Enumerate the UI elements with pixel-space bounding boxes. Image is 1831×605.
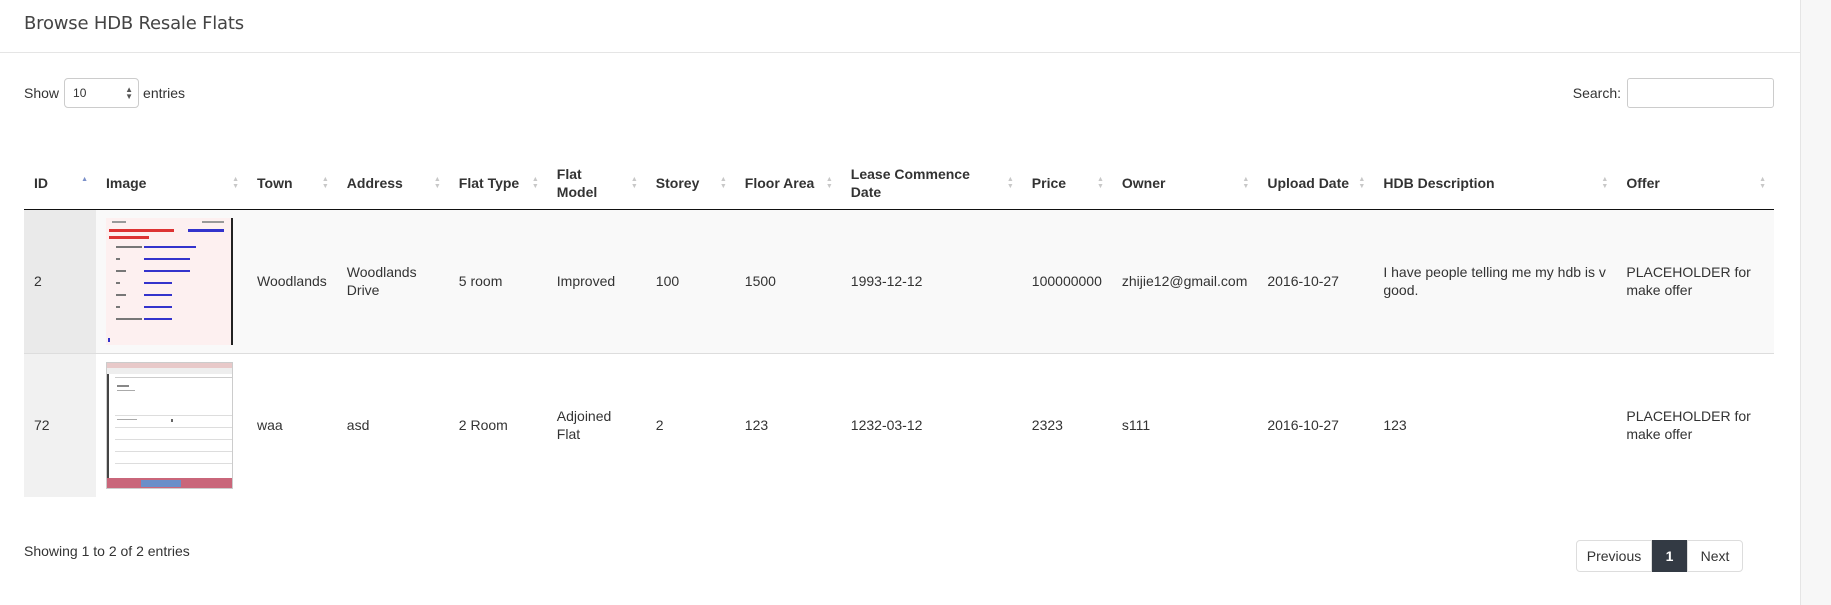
cell-flat-type: 2 Room	[458, 417, 508, 434]
sort-icon: ▲ ▼	[825, 176, 833, 191]
show-label: Show	[24, 85, 60, 101]
table-controls: Show 10 ▲ ▼ entries Search:	[24, 78, 1774, 110]
cell-offer: PLACEHOLDER for make offer	[1626, 264, 1751, 298]
cell-storey: 100	[655, 273, 680, 289]
sort-icon: ▲ ▼	[1096, 176, 1104, 191]
thumbnail-screenshot-graphic	[106, 217, 231, 345]
page-header: Browse HDB Resale Flats	[0, 0, 1800, 53]
cell-price: 100000000	[1031, 273, 1102, 289]
cell-town: waa	[257, 417, 283, 434]
column-header-lease-date[interactable]: Lease Commence Date ▲ ▼	[840, 158, 1022, 210]
cell-floor-area: 123	[744, 417, 769, 434]
cell-owner: zhijie12@gmail.com	[1121, 273, 1248, 289]
column-header-offer[interactable]: Offer ▲ ▼	[1616, 158, 1774, 210]
cell-offer: PLACEHOLDER for make offer	[1626, 408, 1751, 443]
column-header-image[interactable]: Image ▲ ▼	[96, 158, 247, 210]
previous-page-button[interactable]: Previous	[1576, 540, 1652, 572]
sort-icon: ▲ ▼	[1358, 176, 1366, 191]
flat-image-thumbnail[interactable]	[106, 217, 233, 345]
cell-town: Woodlands	[257, 273, 327, 289]
scrollbar-gutter	[1800, 0, 1831, 605]
column-header-flat-model[interactable]: Flat Model ▲ ▼	[546, 158, 646, 210]
cell-description: 123	[1383, 417, 1407, 434]
table-row: 2 Woodlands Woodlands Drive 5 room Impro…	[24, 209, 1774, 353]
flat-image-thumbnail[interactable]	[106, 361, 233, 489]
sort-asc-icon: ▲▼	[81, 176, 88, 184]
column-header-flat-type[interactable]: Flat Type ▲ ▼	[448, 158, 547, 210]
thumbnail-screenshot-graphic	[107, 362, 232, 488]
entries-length-control: Show 10 ▲ ▼ entries	[24, 78, 185, 108]
sort-icon: ▲ ▼	[1759, 176, 1766, 191]
sort-icon: ▲ ▼	[1006, 176, 1014, 191]
column-header-upload-date[interactable]: Upload Date ▲ ▼	[1257, 158, 1374, 210]
select-arrows-icon: ▲ ▼	[125, 85, 134, 101]
entries-per-page-value: 10	[73, 86, 87, 100]
cell-id: 72	[24, 353, 96, 497]
sort-icon: ▲ ▼	[1601, 176, 1609, 191]
cell-lease-date: 1993-12-12	[850, 273, 923, 289]
sort-icon: ▲ ▼	[433, 176, 441, 191]
cell-flat-model: Improved	[556, 273, 616, 289]
page-1-button[interactable]: 1	[1652, 540, 1687, 572]
cell-flat-model: Adjoined Flat	[556, 408, 612, 443]
cell-image	[96, 353, 247, 497]
column-header-description[interactable]: HDB Description ▲ ▼	[1373, 158, 1617, 210]
column-header-id[interactable]: ID▲▼	[24, 158, 96, 210]
search-label: Search:	[1572, 85, 1621, 101]
flats-table: ID▲▼ Image▲▼ Town▲▼ Address▲▼ Flat Type▲…	[24, 158, 1774, 497]
sort-icon: ▲ ▼	[531, 176, 539, 191]
cell-storey: 2	[655, 417, 664, 434]
table-header-row: ID▲▼ Image▲▼ Town▲▼ Address▲▼ Flat Type▲…	[24, 158, 1774, 210]
sort-icon: ▲ ▼	[321, 176, 329, 191]
cell-price: 2323	[1031, 417, 1063, 434]
pagination: Previous 1 Next	[1576, 540, 1743, 572]
sort-icon: ▲ ▼	[719, 176, 727, 191]
cell-flat-type: 5 room	[458, 273, 503, 289]
search-input[interactable]	[1627, 78, 1774, 108]
sort-icon: ▲ ▼	[630, 176, 638, 191]
column-header-town[interactable]: Town ▲ ▼	[247, 158, 337, 210]
cell-id: 2	[24, 209, 96, 353]
cell-address: Woodlands Drive	[346, 264, 417, 298]
entries-per-page-select[interactable]: 10 ▲ ▼	[64, 78, 140, 108]
cell-owner: s111	[1121, 417, 1151, 434]
sort-icon: ▲ ▼	[1242, 176, 1250, 191]
table-row: 72 waa asd 2 Room Adjoined Flat 2 123 12…	[24, 353, 1774, 497]
cell-description: I have people telling me my hdb is v goo…	[1383, 264, 1606, 298]
page-title: Browse HDB Resale Flats	[24, 12, 244, 34]
cell-image	[96, 209, 247, 353]
cell-floor-area: 1500	[744, 273, 776, 289]
column-header-storey[interactable]: Storey ▲ ▼	[645, 158, 735, 210]
column-header-floor-area[interactable]: Floor Area ▲ ▼	[734, 158, 841, 210]
column-header-owner[interactable]: Owner ▲ ▼	[1111, 158, 1258, 210]
column-header-address[interactable]: Address ▲ ▼	[336, 158, 449, 210]
column-header-price[interactable]: Price ▲ ▼	[1021, 158, 1112, 210]
cell-lease-date: 1232-03-12	[850, 417, 923, 434]
cell-address: asd	[346, 417, 370, 434]
page: Browse HDB Resale Flats Show 10 ▲ ▼ entri…	[0, 0, 1800, 605]
search-control: Search:	[1573, 78, 1774, 108]
cell-upload-date: 2016-10-27	[1267, 273, 1339, 289]
sort-icon: ▲ ▼	[232, 176, 239, 191]
next-page-button[interactable]: Next	[1687, 540, 1743, 572]
entries-label: entries	[143, 85, 186, 101]
cell-upload-date: 2016-10-27	[1267, 417, 1339, 434]
table-info: Showing 1 to 2 of 2 entries	[24, 543, 190, 559]
